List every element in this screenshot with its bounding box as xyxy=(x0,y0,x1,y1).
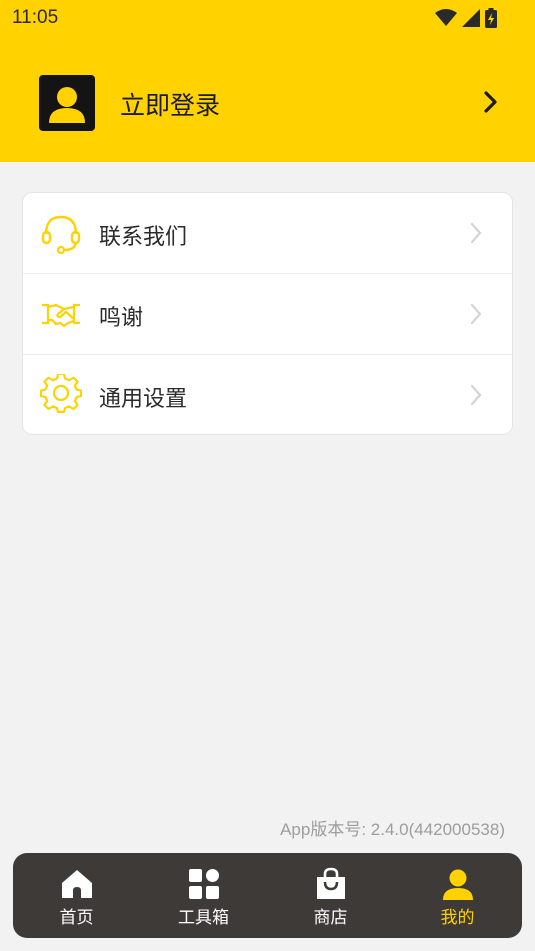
shopping-bag-icon xyxy=(317,867,345,899)
app-version: App版本号: 2.4.0(442000538) xyxy=(280,820,505,839)
tab-label: 工具箱 xyxy=(178,908,229,928)
profile-header: 11:05 立即登录 xyxy=(0,0,535,162)
headset-icon xyxy=(41,215,81,254)
status-time: 11:05 xyxy=(12,7,59,28)
menu-label: 通用设置 xyxy=(99,387,188,412)
menu-item-general-settings[interactable]: 通用设置 xyxy=(23,355,512,436)
menu-card: 联系我们 鸣谢 通用设置 xyxy=(22,192,513,435)
user-icon xyxy=(443,869,473,900)
tab-mine[interactable]: 我的 xyxy=(394,853,521,938)
tab-label: 首页 xyxy=(59,908,94,928)
menu-label: 鸣谢 xyxy=(99,306,144,331)
status-bar: 11:05 xyxy=(0,0,535,38)
user-icon xyxy=(49,87,85,123)
login-label: 立即登录 xyxy=(120,91,221,120)
battery-charging-icon xyxy=(485,8,497,28)
login-row[interactable]: 立即登录 xyxy=(0,66,535,140)
menu-item-contact-us[interactable]: 联系我们 xyxy=(23,193,512,274)
home-icon xyxy=(62,870,92,898)
tab-label: 我的 xyxy=(440,908,475,928)
bottom-tab-bar: 首页 工具箱 商店 我的 xyxy=(13,853,522,938)
tab-label: 商店 xyxy=(313,908,348,928)
tab-toolbox[interactable]: 工具箱 xyxy=(140,853,267,938)
chevron-right-icon xyxy=(470,384,482,406)
chevron-right-icon xyxy=(470,303,482,325)
menu-label: 联系我们 xyxy=(99,225,188,250)
wifi-icon xyxy=(435,9,457,26)
chevron-right-icon xyxy=(470,222,482,244)
avatar xyxy=(39,75,95,131)
handshake-icon xyxy=(42,303,80,328)
gear-icon xyxy=(40,374,82,413)
grid-icon xyxy=(189,869,219,899)
menu-item-thanks[interactable]: 鸣谢 xyxy=(23,274,512,355)
chevron-right-icon xyxy=(484,91,497,113)
tab-store[interactable]: 商店 xyxy=(267,853,394,938)
cellular-signal-icon xyxy=(462,9,480,27)
tab-home[interactable]: 首页 xyxy=(13,853,140,938)
